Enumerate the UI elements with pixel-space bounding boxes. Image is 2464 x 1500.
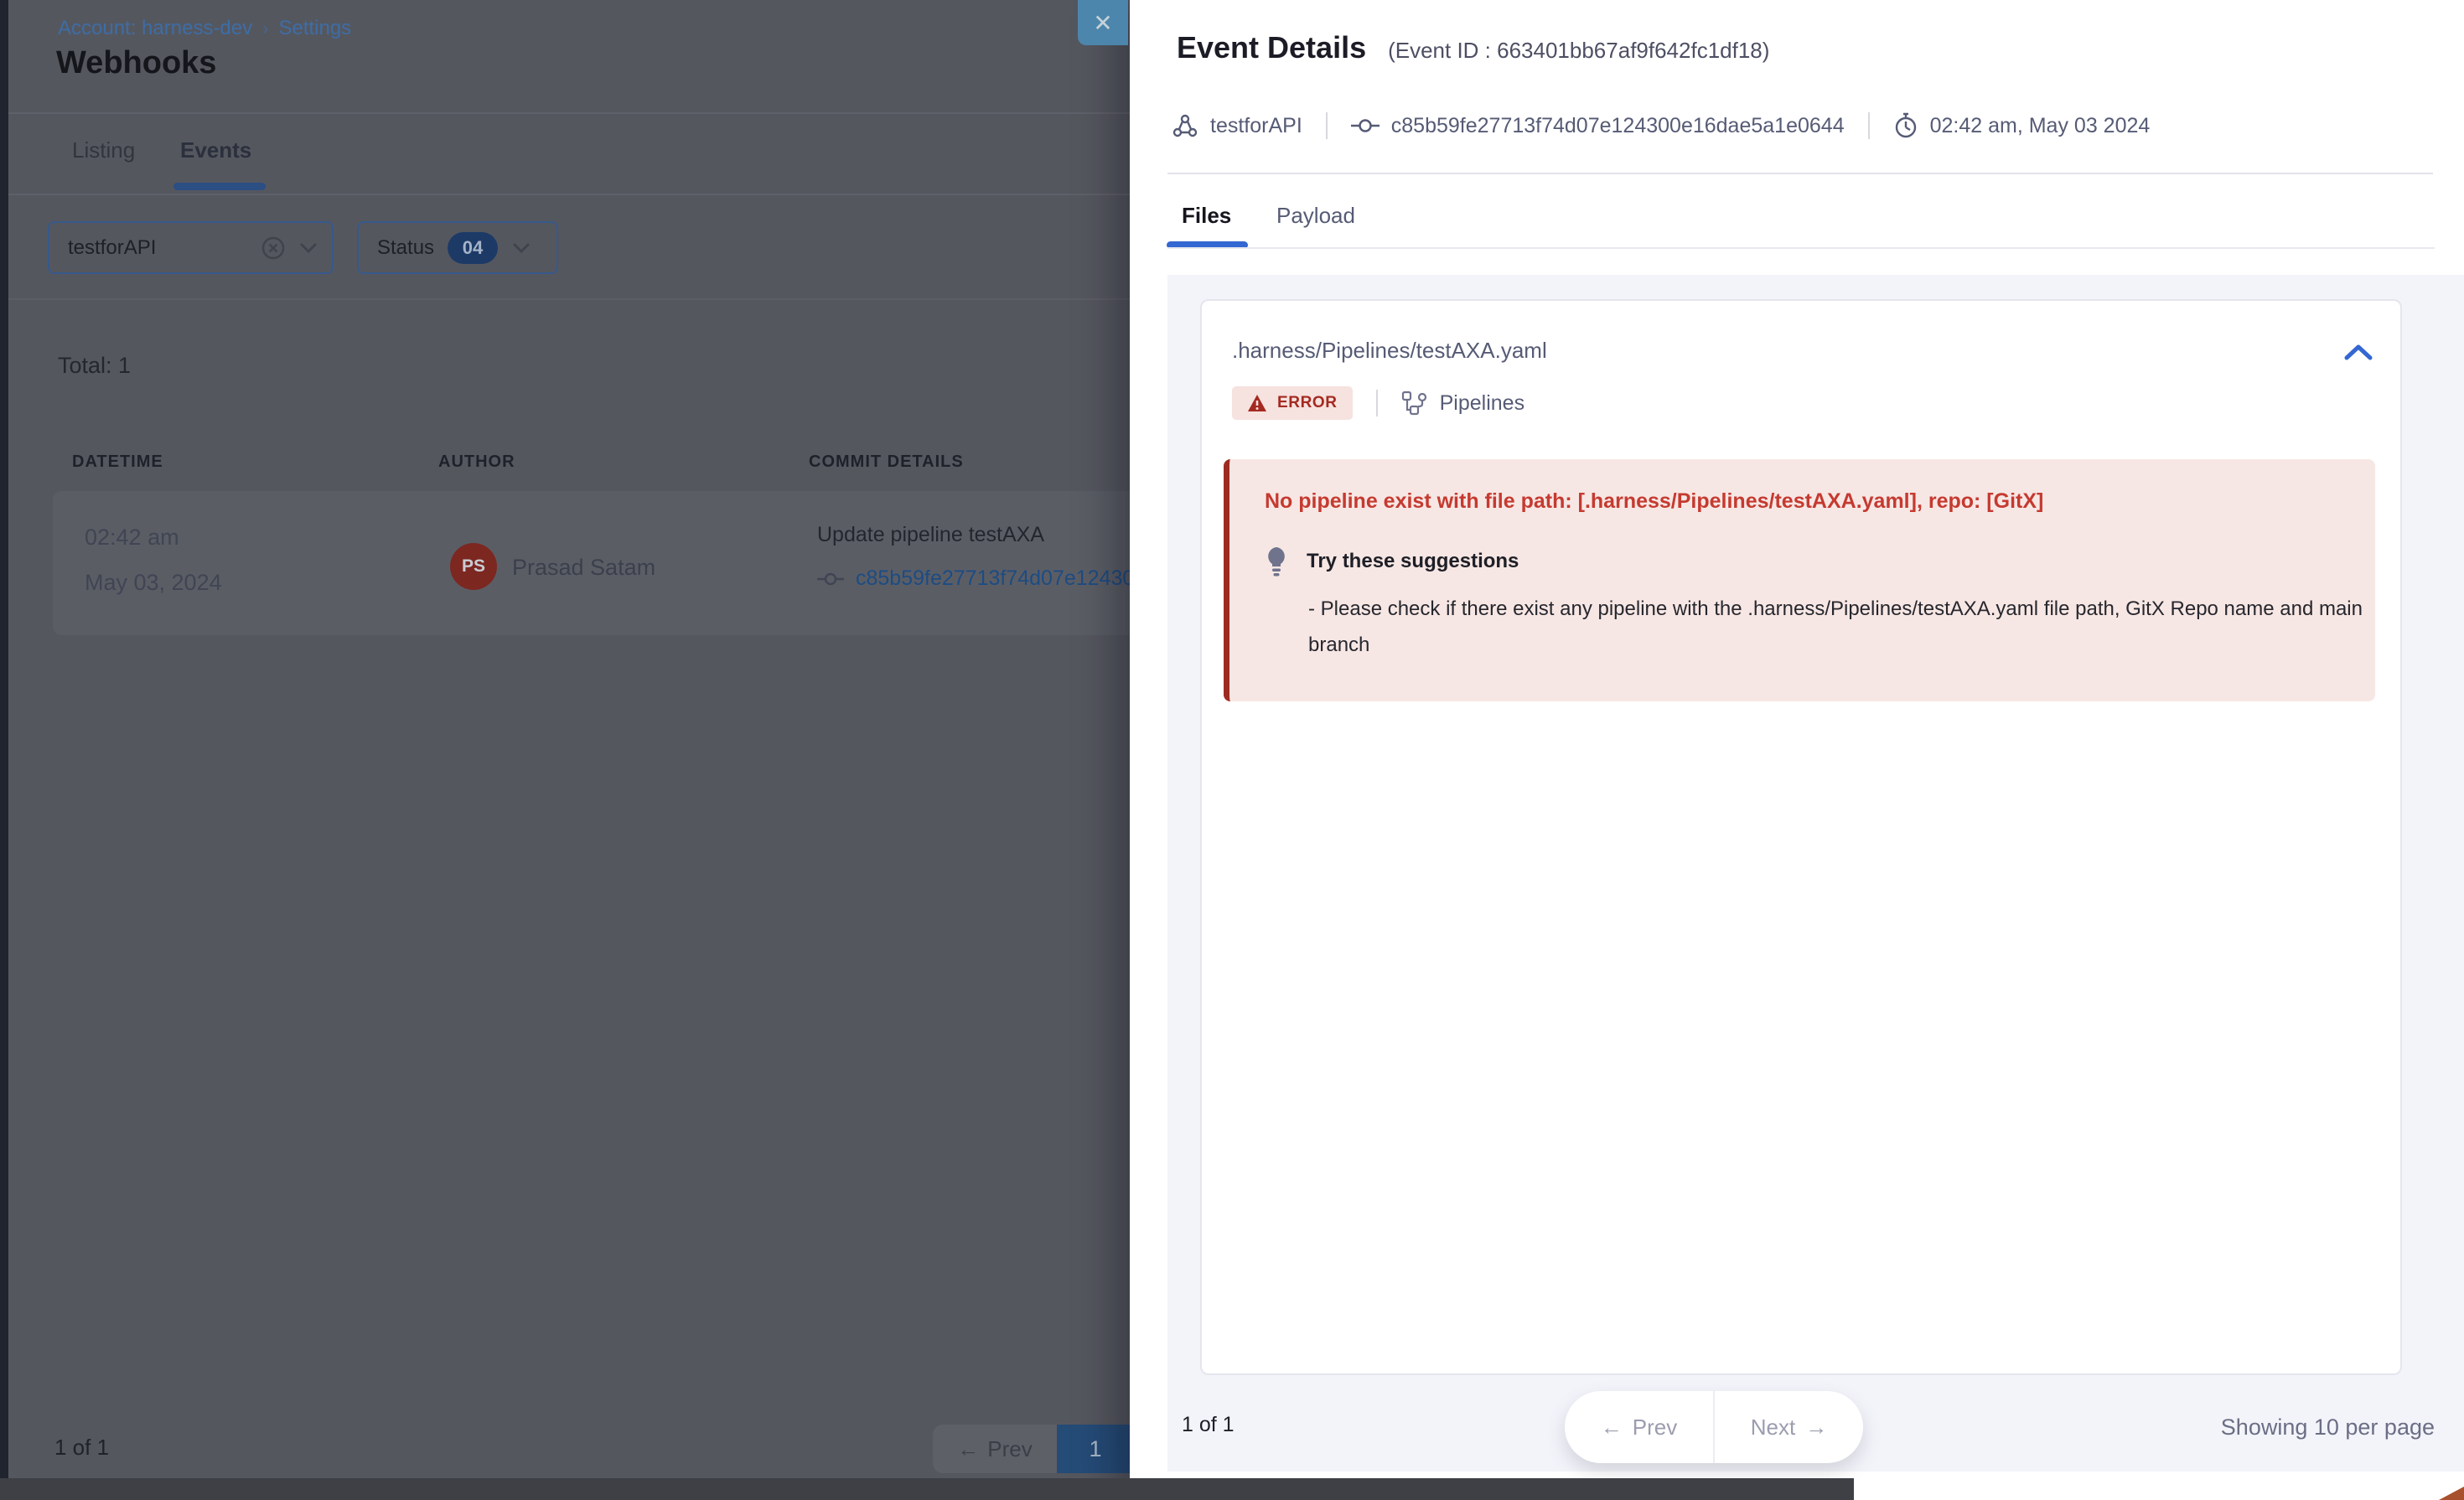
close-icon: ✕	[1093, 9, 1112, 37]
entity-type: Pipelines	[1401, 391, 1524, 416]
commit-hash-text: c85b59fe27713f74d07e124300e16dae5a1e0644	[856, 566, 1130, 591]
breadcrumb-separator: ›	[262, 18, 268, 39]
clock-icon	[1893, 112, 1918, 139]
avatar: PS	[450, 543, 497, 590]
meta-divider	[1868, 112, 1870, 139]
page-title: Webhooks	[56, 45, 216, 81]
breadcrumb: Account: harness-dev › Settings	[58, 17, 351, 40]
commit-icon	[817, 571, 844, 587]
collapse-file-button[interactable]	[2342, 341, 2375, 363]
meta-webhook: testforAPI	[1172, 112, 1302, 139]
per-page-indicator: Showing 10 per page	[2221, 1415, 2435, 1441]
webhook-icon	[1172, 112, 1198, 139]
arrow-right-icon: →	[1805, 1415, 1827, 1441]
row-commit-hash-link[interactable]: c85b59fe27713f74d07e124300e16dae5a1e0644	[817, 566, 1130, 591]
file-card: .harness/Pipelines/testAXA.yaml ERROR	[1200, 299, 2402, 1375]
arrow-left-icon: ←	[1601, 1415, 1623, 1441]
drawer-pagination-summary: 1 of 1	[1182, 1413, 1235, 1437]
webhook-filter-select[interactable]: testforAPI	[48, 221, 334, 274]
tab-events-active-underline	[173, 183, 266, 190]
chevron-down-icon	[298, 241, 318, 255]
toolbar-divider	[8, 298, 1130, 300]
drawer-title-row: Event Details (Event ID : 663401bb67af9f…	[1177, 30, 1769, 65]
meta-time: 02:42 am, May 03 2024	[1893, 112, 2151, 139]
status-filter-label: Status	[377, 236, 434, 260]
file-status-row: ERROR Pipelines	[1232, 386, 1524, 420]
header-divider	[8, 112, 1130, 114]
arrow-left-icon: ←	[957, 1436, 979, 1462]
error-title: No pipeline exist with file path: [.harn…	[1265, 489, 2342, 514]
event-details-drawer: Event Details (Event ID : 663401bb67af9f…	[1130, 0, 2464, 1500]
suggestion-title: Try these suggestions	[1307, 550, 1519, 573]
breadcrumb-settings-link[interactable]: Settings	[278, 17, 351, 40]
tab-files[interactable]: Files	[1182, 203, 1231, 229]
column-header-datetime: DATETIME	[72, 453, 163, 472]
pagination-summary: 1 of 1	[54, 1435, 109, 1461]
meta-webhook-name: testforAPI	[1210, 114, 1302, 138]
error-status-label: ERROR	[1277, 394, 1338, 412]
meta-divider	[1326, 112, 1328, 139]
tab-events[interactable]: Events	[180, 137, 251, 163]
drawer-header-divider	[1167, 173, 2433, 174]
commit-icon	[1351, 116, 1380, 135]
column-header-commit-details: COMMIT DETAILS	[809, 453, 964, 472]
clear-filter-icon[interactable]	[260, 235, 287, 261]
meta-commit: c85b59fe27713f74d07e124300e16dae5a1e0644	[1351, 114, 1845, 138]
column-header-author: AUTHOR	[438, 453, 515, 472]
error-status-badge: ERROR	[1232, 386, 1353, 420]
event-id: (Event ID : 663401bb67af9f642fc1df18)	[1388, 38, 1769, 64]
row-commit-title: Update pipeline testAXA	[817, 523, 1044, 547]
tabstrip-divider	[8, 194, 1130, 195]
background-window-corner	[2439, 1487, 2464, 1500]
row-author-name: Prasad Satam	[512, 555, 655, 581]
collapsed-nav-strip	[0, 0, 8, 1500]
drawer-title: Event Details	[1177, 30, 1366, 65]
app-root: Account: harness-dev › Settings Webhooks…	[0, 0, 2464, 1500]
drawer-next-label: Next	[1751, 1415, 1795, 1441]
drawer-prev-label: Prev	[1633, 1415, 1677, 1441]
drawer-close-button[interactable]: ✕	[1078, 0, 1128, 45]
file-path: .harness/Pipelines/testAXA.yaml	[1232, 338, 1547, 364]
badge-divider	[1376, 390, 1378, 416]
webhook-filter-value: testforAPI	[68, 236, 156, 260]
entity-type-label: Pipelines	[1440, 391, 1524, 416]
event-meta-row: testforAPI c85b59fe27713f74d07e124300e16…	[1172, 112, 2150, 139]
row-time: 02:42 am	[85, 525, 179, 551]
webhooks-page: Account: harness-dev › Settings Webhooks…	[8, 0, 1130, 1500]
tab-payload[interactable]: Payload	[1276, 203, 1355, 229]
prev-page-label: Prev	[987, 1436, 1032, 1462]
suggestion-body: - Please check if there exist any pipeli…	[1308, 591, 2373, 663]
drawer-prev-button[interactable]: ← Prev	[1565, 1391, 1713, 1463]
breadcrumb-account-link[interactable]: Account: harness-dev	[58, 17, 252, 40]
row-date: May 03, 2024	[85, 570, 222, 596]
chevron-down-icon	[511, 241, 531, 255]
error-message-box: No pipeline exist with file path: [.harn…	[1224, 459, 2375, 701]
drawer-next-button[interactable]: Next →	[1715, 1391, 1863, 1463]
drawer-pagination-group: ← Prev Next →	[1565, 1391, 1863, 1463]
window-bottom-edge	[0, 1478, 1854, 1500]
pipelines-icon	[1401, 391, 1428, 416]
status-filter-select[interactable]: Status 04	[357, 221, 558, 274]
status-count-badge: 04	[448, 232, 498, 264]
meta-commit-hash: c85b59fe27713f74d07e124300e16dae5a1e0644	[1391, 114, 1845, 138]
warning-triangle-icon	[1247, 394, 1267, 412]
lightbulb-icon	[1265, 546, 1288, 577]
total-count: Total: 1	[58, 353, 131, 379]
page-1-button[interactable]: 1	[1057, 1425, 1130, 1473]
drawer-tabstrip-divider	[1167, 247, 2435, 249]
meta-timestamp: 02:42 am, May 03 2024	[1930, 114, 2151, 138]
prev-page-button[interactable]: ← Prev	[933, 1425, 1057, 1473]
tab-listing[interactable]: Listing	[72, 137, 135, 163]
suggestion-header: Try these suggestions	[1265, 546, 2342, 577]
